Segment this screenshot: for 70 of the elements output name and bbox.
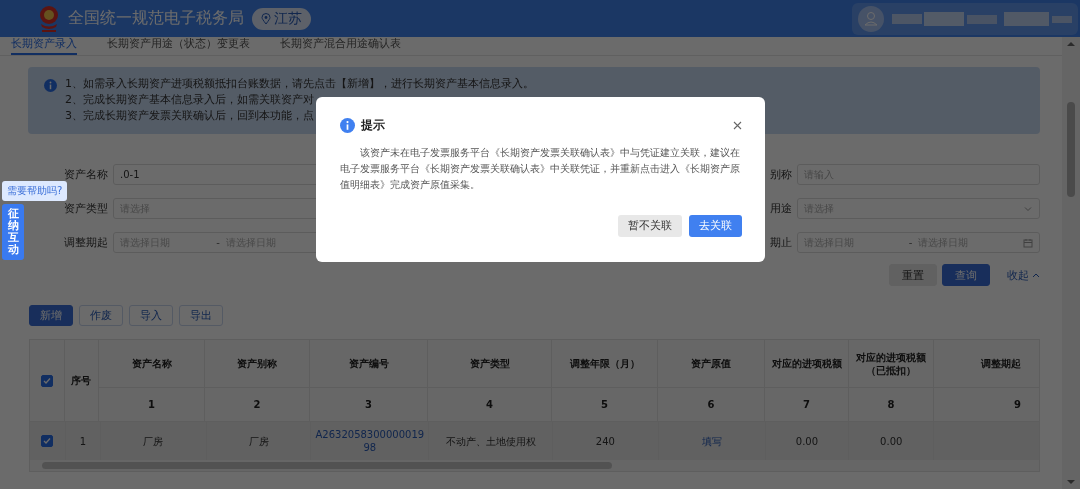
chevron-up-icon — [1032, 272, 1040, 278]
select-all-checkbox[interactable] — [41, 374, 53, 387]
scroll-thumb[interactable] — [1067, 102, 1075, 197]
column-header: 对应的进项税额 — [765, 340, 849, 388]
column-number: 4 — [428, 388, 552, 422]
notice-text: 2、完成长期资产基本信息录入后，如需关联资产对 — [65, 93, 315, 107]
column-number: 2 — [205, 388, 310, 422]
column-number: 3 — [310, 388, 428, 422]
calendar-icon — [1023, 237, 1033, 248]
dialog-message: 该资产未在电子发票服务平台《长期资产发票关联确认表》中与凭证建立关联，建议在电子发票服务平台《长期资产发票关联确认表》中关联凭证，并重新点击进入《长期资产原值明细表》完成资产原值采集。 — [340, 146, 741, 192]
column-header: 资产类型 — [428, 340, 552, 388]
close-icon[interactable] — [733, 121, 742, 130]
table-cell: 1 — [65, 422, 101, 460]
field-label: 用途 — [770, 201, 792, 217]
table-cell: 厂房 — [100, 422, 207, 460]
column-header: 调整期起 — [934, 340, 1039, 388]
column-number: 7 — [765, 388, 849, 422]
info-icon — [340, 118, 355, 133]
table-link[interactable]: 填写 — [701, 434, 722, 448]
column-header: 资产别称 — [205, 340, 310, 388]
horizontal-scrollbar[interactable] — [30, 460, 1039, 471]
confirm-button[interactable]: 去关联 — [689, 215, 742, 237]
dialog-title: 提示 — [361, 117, 385, 134]
column-number: 5 — [552, 388, 658, 422]
avatar-icon — [858, 5, 884, 32]
column-header: 序号 — [65, 340, 99, 422]
table-link[interactable]: A263205830000001998 — [315, 428, 425, 454]
location-pin-icon — [261, 12, 271, 25]
column-number: 9 — [934, 388, 1039, 422]
cancel-button[interactable]: 暂不关联 — [618, 215, 682, 237]
info-icon — [44, 79, 57, 92]
table-cell: 0.00 — [765, 422, 850, 460]
notice-text: 3、完成长期资产发票关联确认后，回到本功能，点 — [65, 109, 315, 123]
column-header: 调整年限（月） — [552, 340, 658, 388]
column-header: 资产名称 — [99, 340, 205, 388]
reset-button[interactable]: 重置 — [889, 264, 937, 286]
field-label: 资产类型 — [64, 201, 108, 217]
toolbar-button[interactable]: 导入 — [129, 305, 173, 326]
column-header: 资产编号 — [310, 340, 428, 388]
column-number: 1 — [99, 388, 205, 422]
column-number: 8 — [849, 388, 934, 422]
table-cell: 厂房 — [206, 422, 312, 460]
column-number: 6 — [658, 388, 765, 422]
field-label: 期止 — [770, 235, 792, 251]
table-cell: 不动产、土地使用权 — [429, 422, 553, 460]
scroll-up-arrow-icon[interactable] — [1066, 41, 1076, 47]
tab[interactable]: 长期资产用途（状态）变更表 — [107, 37, 250, 55]
help-widget-button[interactable]: 征纳互动 — [2, 204, 24, 261]
toolbar-button[interactable]: 作废 — [79, 305, 123, 326]
range-separator: - — [908, 237, 913, 248]
field-label: 调整期起 — [64, 235, 108, 251]
emblem-icon — [38, 4, 60, 33]
region-selector[interactable]: 江苏 — [252, 7, 311, 30]
table-cell: 0.00 — [849, 422, 935, 460]
tab[interactable]: 长期资产混合用途确认表 — [280, 37, 401, 55]
toolbar-button[interactable]: 新增 — [29, 305, 73, 326]
query-button[interactable]: 查询 — [942, 264, 990, 286]
help-bubble[interactable]: 需要帮助吗? — [2, 181, 68, 201]
field-label: 资产名称 — [64, 167, 108, 183]
tab[interactable]: 长期资产录入 — [11, 37, 77, 55]
column-header: 对应的进项税额（已抵扣） — [849, 340, 934, 388]
notice-text: 1、如需录入长期资产进项税额抵扣台账数据，请先点击【新增】，进行长期资产基本信息录入。 — [65, 77, 534, 91]
scroll-down-arrow-icon[interactable] — [1066, 479, 1076, 485]
toolbar-button[interactable]: 导出 — [179, 305, 223, 326]
collapse-link[interactable]: 收起 — [1007, 267, 1040, 283]
table-cell: 240 — [552, 422, 659, 460]
field-label: 别称 — [770, 167, 792, 183]
column-header: 资产原值 — [658, 340, 765, 388]
row-checkbox[interactable] — [41, 435, 54, 447]
range-separator: - — [216, 237, 220, 248]
